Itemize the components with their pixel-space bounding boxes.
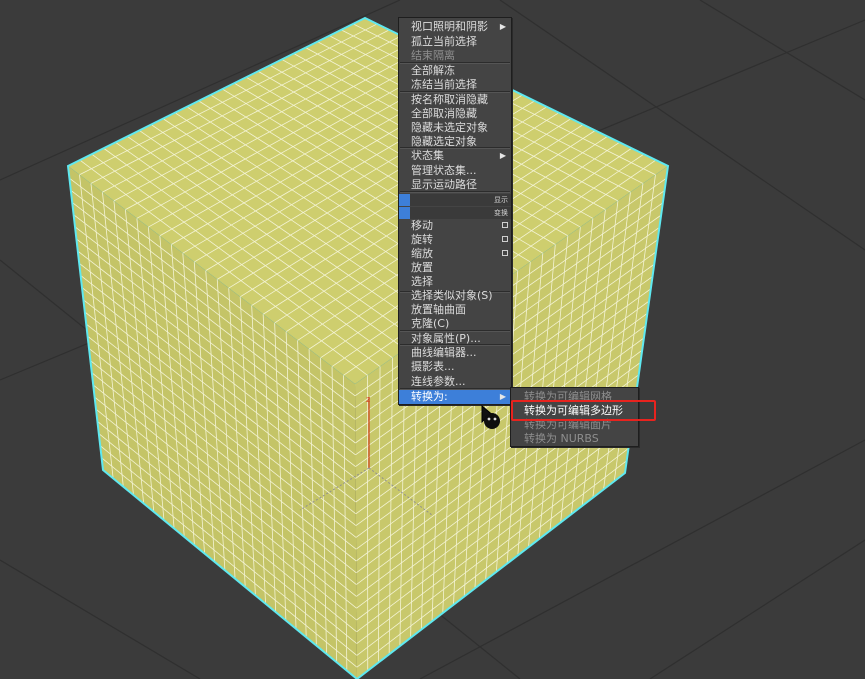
submenu-arrow-icon: ▶ xyxy=(499,151,506,160)
convert-option-3[interactable]: 转换为 NURBS xyxy=(511,432,638,446)
quad-label-text: 显示 xyxy=(494,196,508,204)
cursor-icon xyxy=(481,404,500,429)
menu-item-label: 全部解冻 xyxy=(411,64,455,77)
viewport-perspective[interactable]: z 视口照明和阴影 ▶ 孤立当前选择 结束隔离全部解冻 冻结当前选择 按名称取消隐藏 全部取… xyxy=(0,0,865,679)
annotation-highlight-box xyxy=(511,400,656,421)
menu-item-19[interactable]: 克隆(C) xyxy=(399,317,511,331)
menu-item-8[interactable]: 隐藏选定对象 xyxy=(399,135,511,149)
gizmo-z-label: z xyxy=(366,395,370,404)
menu-item-label: 冻结当前选择 xyxy=(411,78,477,91)
menu-item-11[interactable]: 显示运动路径 xyxy=(399,178,511,192)
menu-item-label: 转换为: xyxy=(411,390,448,403)
menu-item-label: 视口照明和阴影 xyxy=(411,20,488,33)
menu-item-label: 克隆(C) xyxy=(411,317,450,330)
menu-item-label: 放置轴曲面 xyxy=(411,303,466,316)
box-object[interactable] xyxy=(66,16,670,679)
menu-item-label: 显示运动路径 xyxy=(411,178,477,191)
menu-item-label: 全部取消隐藏 xyxy=(411,107,477,120)
menu-item-23[interactable]: 连线参数... xyxy=(399,375,511,389)
menu-item-5[interactable]: 按名称取消隐藏 xyxy=(399,93,511,107)
menu-item-13[interactable]: 旋转 xyxy=(399,233,511,247)
menu-item-label: 摄影表... xyxy=(411,360,455,373)
menu-item-4[interactable]: 冻结当前选择 xyxy=(399,78,511,92)
options-box-icon[interactable] xyxy=(502,250,508,256)
menu-item-10[interactable]: 管理状态集... xyxy=(399,164,511,178)
options-box-icon[interactable] xyxy=(502,222,508,228)
menu-item-label: 选择类似对象(S) xyxy=(411,289,493,302)
menu-item-label: 放置 xyxy=(411,261,433,274)
quad-label-display: 显示 xyxy=(399,194,511,206)
menu-item-label: 隐藏未选定对象 xyxy=(411,121,488,134)
menu-item-label: 移动 xyxy=(411,219,433,232)
menu-item-label: 缩放 xyxy=(411,247,433,260)
menu-item-label: 状态集 xyxy=(411,149,444,162)
quad-context-menu[interactable]: 视口照明和阴影 ▶ 孤立当前选择 结束隔离全部解冻 冻结当前选择 按名称取消隐藏 全部取消隐… xyxy=(398,17,512,405)
menu-item-3[interactable]: 全部解冻 xyxy=(399,64,511,78)
menu-item-16[interactable]: 选择 xyxy=(399,275,511,289)
menu-item-label: 管理状态集... xyxy=(411,164,477,177)
menu-item-label: 曲线编辑器... xyxy=(411,346,477,359)
menu-item-12[interactable]: 移动 xyxy=(399,219,511,233)
menu-item-14[interactable]: 缩放 xyxy=(399,247,511,261)
menu-item-9[interactable]: 状态集 ▶ xyxy=(399,149,511,163)
submenu-arrow-icon: ▶ xyxy=(499,392,506,401)
options-box-icon[interactable] xyxy=(502,236,508,242)
menu-item-6[interactable]: 全部取消隐藏 xyxy=(399,107,511,121)
quad-tab xyxy=(399,194,410,206)
quad-label-text: 变换 xyxy=(494,209,508,217)
menu-item-22[interactable]: 摄影表... xyxy=(399,360,511,374)
menu-item-label: 按名称取消隐藏 xyxy=(411,93,488,106)
menu-item-label: 孤立当前选择 xyxy=(411,35,477,48)
menu-item-label: 旋转 xyxy=(411,233,433,246)
quad-tab xyxy=(399,207,410,219)
menu-item-1[interactable]: 孤立当前选择 xyxy=(399,35,511,49)
menu-item-label: 连线参数... xyxy=(411,375,466,388)
menu-item-21[interactable]: 曲线编辑器... xyxy=(399,346,511,360)
menu-item-15[interactable]: 放置 xyxy=(399,261,511,275)
menu-item-label: 选择 xyxy=(411,275,433,288)
menu-item-2: 结束隔离 xyxy=(399,49,511,63)
submenu-arrow-icon: ▶ xyxy=(499,22,506,31)
menu-item-7[interactable]: 隐藏未选定对象 xyxy=(399,121,511,135)
menu-item-20[interactable]: 对象属性(P)... xyxy=(399,332,511,346)
convert-option-label: 转换为 NURBS xyxy=(524,432,599,445)
menu-item-label: 对象属性(P)... xyxy=(411,332,481,345)
menu-item-label: 结束隔离 xyxy=(411,49,455,62)
quad-label-transform: 变换 xyxy=(399,207,511,219)
menu-item-18[interactable]: 放置轴曲面 xyxy=(399,303,511,317)
menu-item-label: 隐藏选定对象 xyxy=(411,135,477,148)
menu-item-17[interactable]: 选择类似对象(S) xyxy=(399,289,511,303)
menu-item-0[interactable]: 视口照明和阴影 ▶ xyxy=(399,20,511,34)
menu-item-24[interactable]: 转换为: ▶ xyxy=(399,390,511,404)
